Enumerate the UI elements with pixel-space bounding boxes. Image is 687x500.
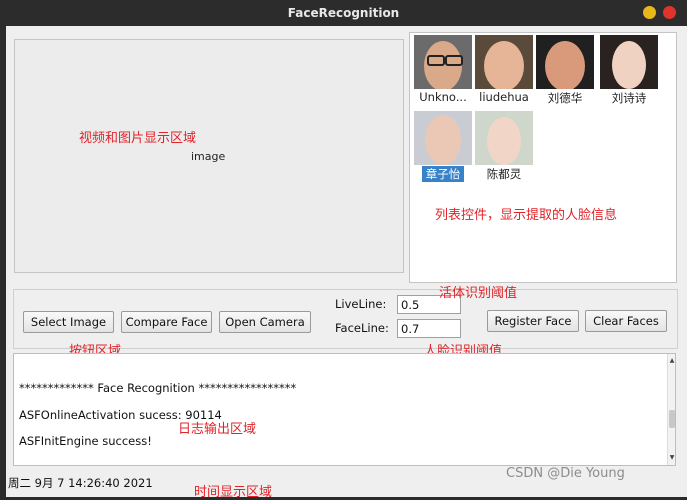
faceline-label: FaceLine: (335, 321, 389, 335)
title-bar: FaceRecognition (0, 0, 687, 26)
scroll-thumb[interactable] (669, 410, 675, 428)
log-output[interactable]: ************* Face Recognition *********… (13, 353, 676, 466)
image-placeholder-label: image (191, 150, 226, 163)
annotation-list-area: 列表控件，显示提取的人脸信息 (435, 208, 618, 223)
face-name: 刘德华 (547, 91, 583, 105)
face-thumbnail (475, 111, 533, 165)
log-line: ASFInitEngine success! (19, 434, 152, 448)
face-item[interactable]: 章子怡 (412, 111, 474, 185)
face-item[interactable]: 刘德华 (534, 35, 596, 106)
face-name: 刘诗诗 (611, 91, 647, 105)
close-button[interactable] (663, 6, 676, 19)
image-display-area: image 视频和图片显示区域 (14, 39, 404, 273)
face-thumbnail (536, 35, 594, 89)
watermark: CSDN @Die Young (506, 466, 625, 481)
face-item[interactable]: liudehua (473, 35, 535, 104)
scroll-up-icon[interactable]: ▲ (668, 357, 675, 364)
scroll-down-icon[interactable]: ▼ (668, 454, 675, 461)
face-name: Unkno... (419, 90, 467, 104)
status-datetime: 周二 9月 7 14:26:40 2021 (8, 476, 153, 490)
compare-face-button[interactable]: Compare Face (121, 311, 212, 333)
face-thumbnail (600, 35, 658, 89)
annotation-liveline: 活体识别阈值 (439, 286, 518, 301)
annotation-log-area: 日志输出区域 (178, 422, 257, 437)
main-window: image 视频和图片显示区域 Unkno... liudehua 刘德华 刘诗… (6, 26, 687, 500)
annotation-time-area: 时间显示区域 (194, 485, 273, 500)
face-thumbnail (475, 35, 533, 89)
window-title: FaceRecognition (287, 6, 400, 20)
face-name: 陈都灵 (486, 167, 522, 181)
liveline-label: LiveLine: (335, 297, 387, 311)
control-panel: Select Image Compare Face Open Camera Li… (13, 286, 678, 359)
face-name: 章子怡 (421, 166, 465, 182)
face-list[interactable]: Unkno... liudehua 刘德华 刘诗诗 章子怡 陈都灵 列表控件，显… (409, 32, 677, 283)
log-scrollbar[interactable]: ▲ ▼ (667, 354, 675, 465)
register-face-button[interactable]: Register Face (487, 310, 579, 332)
face-item[interactable]: 陈都灵 (473, 111, 535, 182)
open-camera-button[interactable]: Open Camera (219, 311, 311, 333)
face-name: liudehua (479, 90, 529, 104)
face-item[interactable]: Unkno... (412, 35, 474, 104)
select-image-button[interactable]: Select Image (23, 311, 114, 333)
annotation-video-area: 视频和图片显示区域 (79, 131, 197, 146)
face-thumbnail (414, 35, 472, 89)
clear-faces-button[interactable]: Clear Faces (585, 310, 667, 332)
minimize-button[interactable] (643, 6, 656, 19)
faceline-input[interactable]: 0.7 (397, 319, 461, 338)
log-line: ************* Face Recognition *********… (19, 381, 297, 395)
face-item[interactable]: 刘诗诗 (598, 35, 660, 106)
face-thumbnail (414, 111, 472, 165)
